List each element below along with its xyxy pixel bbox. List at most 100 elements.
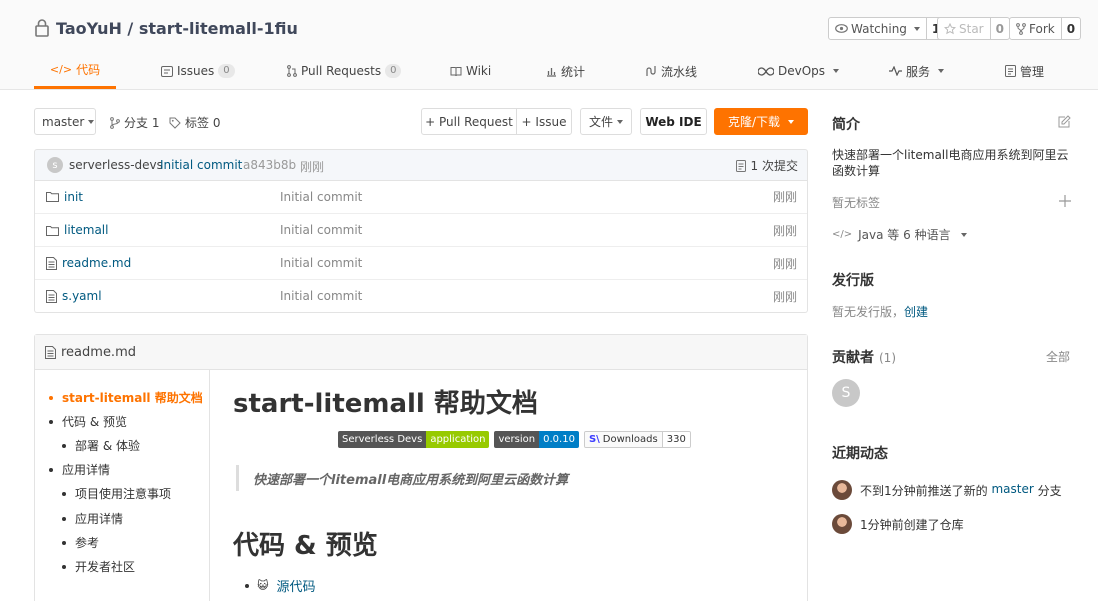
activity-item: 1分钟前创建了仓库 bbox=[832, 514, 964, 534]
branches-label: 分支 1 bbox=[124, 116, 160, 130]
bar-chart-icon bbox=[547, 67, 556, 77]
avatar[interactable]: s bbox=[47, 157, 63, 173]
file-time: 刚刚 bbox=[772, 256, 797, 271]
pulse-icon bbox=[889, 66, 902, 76]
file-list: init Initial commit 刚刚 litemall Initial … bbox=[34, 180, 808, 313]
toc-item[interactable]: 开发者社区 bbox=[62, 558, 135, 575]
add-tag-icon[interactable] bbox=[1059, 195, 1071, 207]
version-badge[interactable]: version 0.0.10 bbox=[494, 431, 579, 448]
tab-services[interactable]: 服务 bbox=[889, 53, 945, 89]
readme-toc: start-litemall 帮助文档 代码 & 预览 部署 & 体验 应用详情… bbox=[35, 370, 210, 601]
badge-value: 330 bbox=[661, 432, 690, 447]
repo-description: 快速部署一个litemall电商应用系统到阿里云函数计算 bbox=[832, 148, 1069, 178]
commits-icon bbox=[735, 159, 746, 172]
source-code-link[interactable]: 源代码 bbox=[276, 576, 315, 595]
tab-code[interactable]: </> 代码 bbox=[34, 53, 116, 89]
tab-devops[interactable]: DevOps bbox=[758, 53, 840, 89]
bullet bbox=[245, 583, 249, 588]
readme-h2: 代码 & 预览 bbox=[233, 531, 378, 561]
folder-icon bbox=[46, 225, 59, 236]
activity-text: 1分钟前创建了仓库 bbox=[860, 517, 964, 532]
commit-sha[interactable]: a843b8b bbox=[243, 158, 296, 172]
contributor-avatar[interactable]: S bbox=[832, 379, 860, 407]
tab-pull-requests[interactable]: Pull Requests 0 bbox=[287, 53, 402, 89]
tags-link[interactable]: 标签 0 bbox=[169, 114, 220, 131]
create-release-link[interactable]: 创建 bbox=[904, 303, 928, 320]
star-count[interactable]: 0 bbox=[989, 18, 1009, 39]
tab-stats-label: 统计 bbox=[561, 64, 586, 79]
file-commit-message[interactable]: Initial commit bbox=[280, 190, 362, 204]
file-name-link[interactable]: s.yaml bbox=[46, 289, 102, 303]
toc-item[interactable]: 参考 bbox=[62, 534, 99, 551]
tab-stats[interactable]: 统计 bbox=[546, 53, 585, 89]
repo-header: TaoYuH / start-litemall-1fiu Watching 1 … bbox=[0, 0, 1098, 90]
web-ide-button[interactable]: Web IDE bbox=[640, 108, 707, 135]
file-commit-message[interactable]: Initial commit bbox=[280, 256, 362, 270]
fork-count[interactable]: 0 bbox=[1060, 18, 1080, 39]
file-name-link[interactable]: init bbox=[46, 190, 83, 204]
all-contributors-link[interactable]: 全部 bbox=[1046, 348, 1070, 365]
settings-doc-icon bbox=[1005, 65, 1016, 77]
clone-download-button[interactable]: 克隆/下载 bbox=[714, 108, 808, 135]
watch-label: Watching bbox=[851, 21, 907, 36]
tab-wiki[interactable]: Wiki bbox=[450, 53, 491, 89]
avatar[interactable] bbox=[832, 480, 852, 500]
tab-pipeline-label: 流水线 bbox=[661, 64, 698, 79]
downloads-badge[interactable]: S\ Downloads 330 bbox=[583, 431, 691, 448]
commit-author[interactable]: serverless-devs bbox=[69, 158, 163, 172]
watch-button[interactable]: Watching 1 bbox=[828, 17, 947, 40]
repo-owner-link[interactable]: TaoYuH bbox=[56, 19, 122, 38]
toc-item[interactable]: 代码 & 预览 bbox=[49, 413, 127, 430]
toc-item[interactable]: start-litemall 帮助文档 bbox=[49, 389, 203, 406]
file-menu-button[interactable]: 文件 bbox=[580, 108, 632, 135]
readme-filename[interactable]: readme.md bbox=[61, 345, 136, 360]
repo-title: TaoYuH / start-litemall-1fiu bbox=[34, 16, 298, 40]
serverless-devs-badge[interactable]: Serverless Devs application bbox=[338, 431, 490, 448]
issue-button[interactable]: + Issue bbox=[516, 108, 572, 135]
branch-link[interactable]: master bbox=[991, 482, 1033, 499]
repo-name-link[interactable]: start-litemall-1fiu bbox=[139, 19, 298, 38]
star-icon bbox=[944, 22, 956, 34]
clone-download-label: 克隆/下载 bbox=[727, 115, 781, 129]
file-name-link[interactable]: litemall bbox=[46, 223, 108, 237]
file-commit-message[interactable]: Initial commit bbox=[280, 289, 362, 303]
tab-pipeline[interactable]: 流水线 bbox=[645, 53, 697, 89]
star-label: Star bbox=[959, 21, 984, 36]
repo-separator: / bbox=[121, 18, 139, 38]
commit-count-link[interactable]: 1 次提交 bbox=[735, 157, 798, 174]
file-commit-message[interactable]: Initial commit bbox=[280, 223, 362, 237]
pull-request-button[interactable]: + Pull Request bbox=[421, 108, 517, 135]
file-name-link[interactable]: readme.md bbox=[46, 256, 131, 270]
no-release-text: 暂无发行版， bbox=[832, 305, 905, 319]
chevron-down-icon bbox=[938, 69, 945, 73]
tab-manage[interactable]: 管理 bbox=[1005, 53, 1044, 89]
chevron-down-icon bbox=[913, 26, 920, 31]
languages-dropdown[interactable]: </> Java 等 6 种语言 bbox=[832, 226, 967, 243]
edit-icon[interactable] bbox=[1058, 115, 1071, 128]
pipeline-icon bbox=[646, 66, 656, 76]
branch-select[interactable]: master bbox=[34, 108, 96, 135]
toc-item[interactable]: 应用详情 bbox=[49, 461, 110, 478]
toc-item[interactable]: 项目使用注意事项 bbox=[62, 485, 171, 502]
toc-item[interactable]: 应用详情 bbox=[62, 510, 123, 527]
intro-title: 简介 bbox=[832, 117, 860, 133]
code-icon: </> bbox=[832, 229, 853, 240]
file-menu-label: 文件 bbox=[588, 115, 613, 129]
repo-tabs: </> 代码 Issues 0 Pull Requests 0 Wiki 统计 流水线… bbox=[0, 53, 1098, 89]
fork-button[interactable]: Fork 0 bbox=[1009, 17, 1082, 40]
file-name: s.yaml bbox=[62, 289, 102, 303]
toc-item[interactable]: 部署 & 体验 bbox=[62, 437, 140, 454]
issues-count-badge: 0 bbox=[218, 64, 235, 78]
avatar[interactable] bbox=[832, 514, 852, 534]
tab-pull-requests-label: Pull Requests bbox=[301, 64, 382, 78]
chevron-down-icon bbox=[833, 69, 840, 73]
badge-value: 0.0.10 bbox=[539, 431, 579, 448]
lock-icon bbox=[35, 19, 49, 37]
pull-requests-count-badge: 0 bbox=[385, 64, 402, 78]
tab-issues[interactable]: Issues 0 bbox=[161, 53, 235, 89]
chevron-down-icon bbox=[960, 232, 967, 237]
branches-link[interactable]: 分支 1 bbox=[110, 114, 159, 131]
star-button[interactable]: Star 0 bbox=[937, 17, 1010, 40]
commit-message-link[interactable]: Initial commit bbox=[160, 158, 242, 172]
tab-devops-label: DevOps bbox=[778, 64, 826, 78]
